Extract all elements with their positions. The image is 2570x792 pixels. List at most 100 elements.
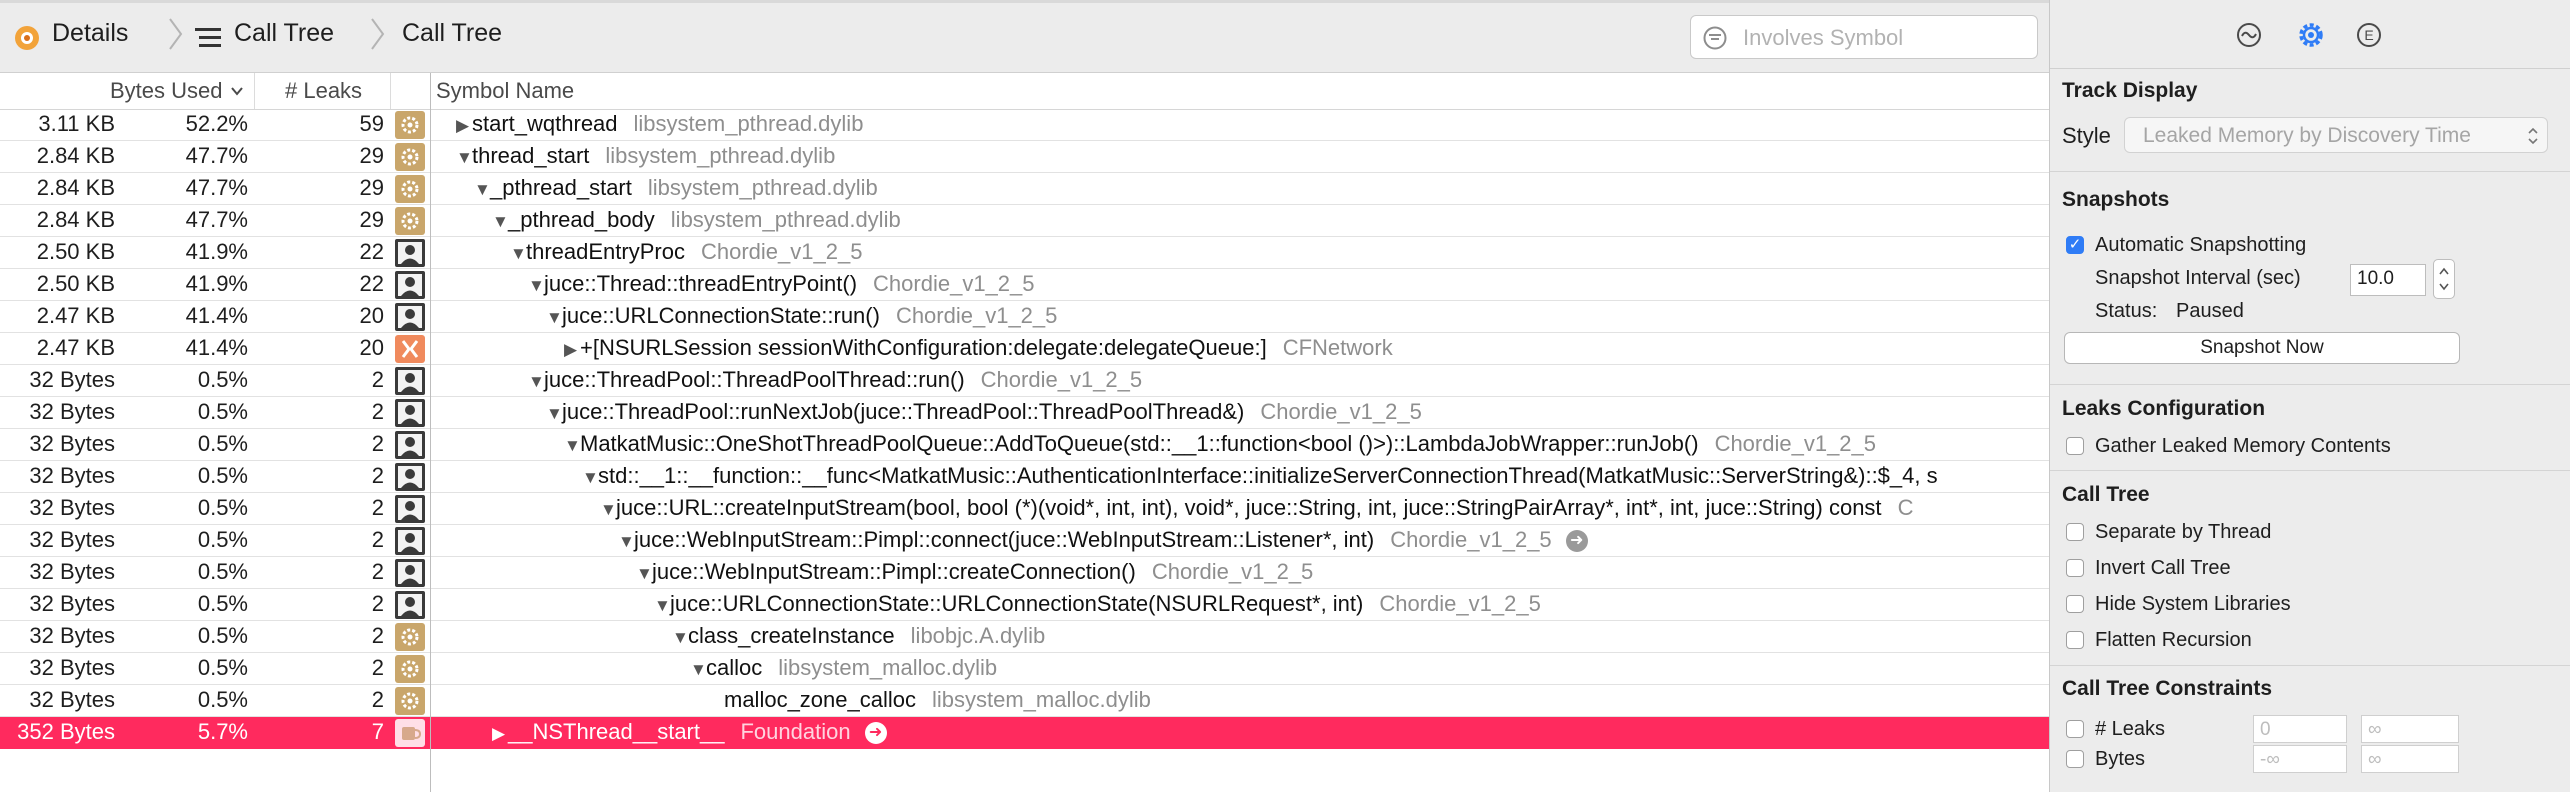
bytes-percent-value: 47.7%	[185, 175, 248, 200]
sort-descending-icon[interactable]	[231, 86, 243, 96]
symbol-name: juce::WebInputStream::Pimpl::createConne…	[652, 559, 1136, 584]
column-symbol-name[interactable]: Symbol Name	[436, 78, 574, 104]
gear-icon	[395, 207, 425, 235]
symbol-name: juce::ThreadPool::runNextJob(juce::Threa…	[562, 399, 1245, 424]
disclosure-collapsed-icon[interactable]: ▶	[456, 116, 472, 136]
table-row[interactable]: 352 Bytes 5.7% 7 ▶ __NSThread__start__ Founda…	[0, 717, 2049, 749]
column-leaks[interactable]: # Leaks	[285, 78, 362, 104]
gear-icon[interactable]	[2296, 20, 2326, 50]
table-row[interactable]: 32 Bytes 0.5% 2 ▼std::__1::__function::__fu…	[0, 461, 2049, 493]
disclosure-expanded-icon[interactable]: ▼	[636, 564, 653, 584]
symbol-cell: ▼juce::WebInputStream::Pimpl::createConn…	[636, 559, 1313, 585]
table-row[interactable]: 32 Bytes 0.5% 2 ▼juce::URL::createInputStre…	[0, 493, 2049, 525]
hide-system-libraries-checkbox[interactable]	[2066, 595, 2084, 613]
disclosure-expanded-icon[interactable]: ▼	[672, 628, 689, 648]
library-name: Chordie_v1_2_5	[1151, 559, 1314, 584]
disclosure-expanded-icon[interactable]: ▼	[564, 436, 581, 456]
leaks-max-field[interactable]: ∞	[2361, 715, 2459, 743]
separate-by-thread-checkbox[interactable]	[2066, 523, 2084, 541]
leaks-count-value: 22	[359, 271, 384, 296]
go-to-source-icon[interactable]: ➜	[864, 722, 887, 745]
disclosure-expanded-icon[interactable]: ▼	[690, 660, 707, 680]
column-bytes-used[interactable]: Bytes Used	[110, 78, 223, 104]
library-name: Chordie_v1_2_5	[895, 303, 1058, 328]
table-row[interactable]: 32 Bytes 0.5% 2 ▼MatkatMusic::OneShotThread…	[0, 429, 2049, 461]
library-name: libsystem_pthread.dylib	[605, 143, 836, 168]
symbol-filter-input[interactable]	[1741, 22, 2030, 54]
invert-call-tree-checkbox[interactable]	[2066, 559, 2084, 577]
bytes-max-field[interactable]: ∞	[2361, 745, 2459, 773]
symbol-name: juce::URLConnectionState::run()	[562, 303, 880, 328]
interval-field[interactable]: 10.0	[2350, 264, 2426, 296]
disclosure-expanded-icon[interactable]: ▼	[582, 468, 599, 488]
disclosure-expanded-icon[interactable]: ▼	[546, 308, 563, 328]
user-code-icon	[395, 303, 425, 331]
gather-contents-label: Gather Leaked Memory Contents	[2095, 435, 2391, 457]
disclosure-expanded-icon[interactable]: ▼	[654, 596, 671, 616]
breadcrumb-call-tree[interactable]: Call Tree	[234, 19, 334, 48]
table-row[interactable]: 2.47 KB 41.4% 20 ▶ +[NSURLSession sessionWit…	[0, 333, 2049, 365]
bytes-used-value: 32 Bytes	[29, 591, 115, 616]
disclosure-expanded-icon[interactable]: ▼	[600, 500, 617, 520]
bytes-used-value: 32 Bytes	[29, 495, 115, 520]
disclosure-expanded-icon[interactable]: ▼	[474, 180, 491, 200]
table-row[interactable]: 32 Bytes 0.5% 2 ▼juce::ThreadPool::ThreadPo…	[0, 365, 2049, 397]
table-row[interactable]: 32 Bytes 0.5% 2 ▼juce::WebInputStream::Pimp…	[0, 557, 2049, 589]
disclosure-expanded-icon[interactable]: ▼	[492, 212, 509, 232]
instrument-icon	[15, 26, 39, 50]
table-row[interactable]: 2.50 KB 41.9% 22 ▼juce::Thread::threadEntry…	[0, 269, 2049, 301]
snapshot-now-button[interactable]: Snapshot Now	[2064, 332, 2460, 364]
table-row[interactable]: 32 Bytes 0.5% 2 malloc_zone_calloc libsystem…	[0, 685, 2049, 717]
clock-icon[interactable]	[2236, 22, 2262, 48]
table-row[interactable]: 3.11 KB 52.2% 59 ▶ start_wqthread libsystem_p…	[0, 109, 2049, 141]
table-row[interactable]: 2.50 KB 41.9% 22 ▼threadEntryProc Chordie_v1…	[0, 237, 2049, 269]
style-popup[interactable]: Leaked Memory by Discovery Time	[2124, 117, 2548, 153]
disclosure-expanded-icon[interactable]: ▼	[510, 244, 527, 264]
gather-contents-checkbox[interactable]	[2066, 437, 2084, 455]
breadcrumb-current[interactable]: Call Tree	[402, 19, 502, 48]
disclosure-expanded-icon[interactable]: ▼	[546, 404, 563, 424]
bytes-used-value: 2.47 KB	[36, 303, 115, 328]
disclosure-collapsed-icon[interactable]: ▶	[492, 724, 508, 744]
table-row[interactable]: 32 Bytes 0.5% 2 ▼juce::URLConnectionState::…	[0, 589, 2049, 621]
symbol-name: __NSThread__start__	[508, 719, 725, 744]
leaks-count-value: 2	[371, 623, 384, 648]
interval-stepper[interactable]	[2433, 259, 2455, 299]
column-headers: Bytes Used # Leaks Symbol Name	[0, 73, 2049, 110]
symbol-cell: ▼juce::ThreadPool::ThreadPoolThread::run…	[528, 367, 1142, 393]
disclosure-expanded-icon[interactable]: ▼	[456, 148, 473, 168]
auto-snapshot-checkbox[interactable]: ✓	[2066, 236, 2084, 254]
symbol-name: juce::URLConnectionState::URLConnectionS…	[670, 591, 1364, 616]
symbol-filter-field[interactable]	[1690, 15, 2038, 59]
hide-system-libraries-label: Hide System Libraries	[2095, 593, 2291, 615]
table-row[interactable]: 32 Bytes 0.5% 2 ▼class_createInstance libobj…	[0, 621, 2049, 653]
bytes-used-value: 2.47 KB	[36, 335, 115, 360]
bytes-constraint-checkbox[interactable]	[2066, 750, 2084, 768]
disclosure-expanded-icon[interactable]: ▼	[528, 372, 545, 392]
library-name: libobjc.A.dylib	[910, 623, 1046, 648]
section-track-display: Track Display	[2062, 79, 2198, 102]
library-icon	[395, 335, 425, 363]
table-row[interactable]: 2.84 KB 47.7% 29 ▼_pthread_start libsystem_p…	[0, 173, 2049, 205]
go-to-source-icon[interactable]: ➜	[1565, 530, 1588, 553]
bytes-percent-value: 41.9%	[185, 239, 248, 264]
leaks-min-field[interactable]: 0	[2253, 715, 2347, 743]
leaks-constraint-checkbox[interactable]	[2066, 720, 2084, 738]
table-row[interactable]: 32 Bytes 0.5% 2 ▼juce::ThreadPool::runNextJ…	[0, 397, 2049, 429]
disclosure-collapsed-icon[interactable]: ▶	[564, 340, 580, 360]
table-row[interactable]: 2.84 KB 47.7% 29 ▼thread_start libsystem_pth…	[0, 141, 2049, 173]
bytes-min-field[interactable]: -∞	[2253, 745, 2347, 773]
symbol-name: +[NSURLSession sessionWithConfiguration:…	[580, 335, 1267, 360]
flatten-recursion-checkbox[interactable]	[2066, 631, 2084, 649]
table-row[interactable]: 2.47 KB 41.4% 20 ▼juce::URLConnectionState:…	[0, 301, 2049, 333]
table-row[interactable]: 32 Bytes 0.5% 2 ▼calloc libsystem_malloc.dyl…	[0, 653, 2049, 685]
symbol-cell: ▼std::__1::__function::__func<MatkatMusi…	[582, 463, 1938, 489]
disclosure-expanded-icon[interactable]: ▼	[528, 276, 545, 296]
e-circle-icon[interactable]: E	[2356, 22, 2382, 48]
breadcrumb-details[interactable]: Details	[52, 19, 128, 48]
bytes-used-value: 32 Bytes	[29, 687, 115, 712]
table-row[interactable]: 2.84 KB 47.7% 29 ▼_pthread_body libsystem_pt…	[0, 205, 2049, 237]
user-code-icon	[395, 271, 425, 299]
disclosure-expanded-icon[interactable]: ▼	[618, 532, 635, 552]
table-row[interactable]: 32 Bytes 0.5% 2 ▼juce::WebInputStream::Pimp…	[0, 525, 2049, 557]
